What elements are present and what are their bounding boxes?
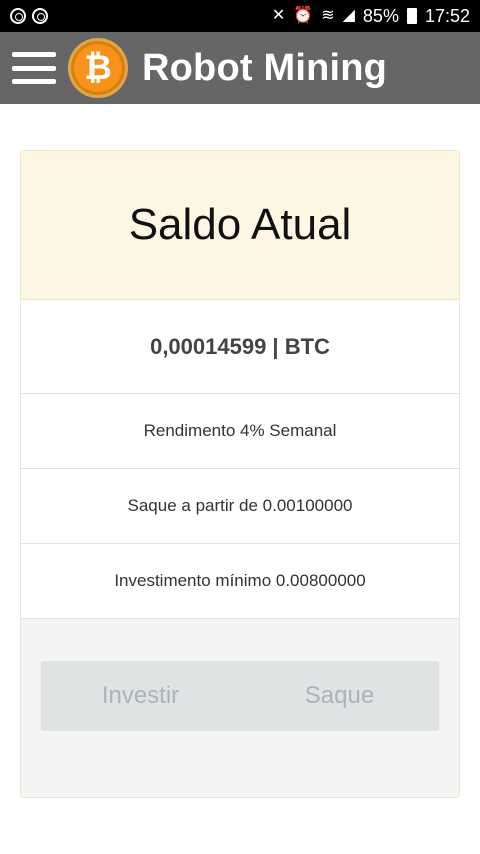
withdraw-button[interactable]: Saque: [240, 661, 439, 731]
yield-info: Rendimento 4% Semanal: [21, 394, 459, 469]
app-title: Robot Mining: [142, 46, 388, 89]
status-left-icons: [10, 8, 48, 24]
card-header: Saldo Atual: [21, 151, 459, 300]
hamburger-icon: [12, 65, 56, 71]
balance-value: 0,00014599 | BTC: [21, 300, 459, 394]
bitcoin-logo-icon: ₿: [68, 38, 128, 98]
alarm-icon: ⏰: [293, 7, 314, 24]
notification-icon: [10, 8, 26, 24]
invest-button[interactable]: Investir: [41, 661, 240, 731]
hamburger-icon: [12, 52, 56, 57]
card-title: Saldo Atual: [128, 200, 352, 249]
status-right: ✕ ⏰ ≋ ◢ 85% 17:52: [272, 6, 470, 27]
battery-percent: 85%: [362, 5, 399, 26]
notification-icon: [32, 8, 48, 24]
wifi-icon: ≋: [321, 7, 335, 24]
balance-card: Saldo Atual 0,00014599 | BTC Rendimento …: [20, 150, 460, 798]
investment-minimum-info: Investimento mínimo 0.00800000: [21, 544, 459, 619]
withdraw-minimum-info: Saque a partir de 0.00100000: [21, 469, 459, 544]
menu-button[interactable]: [12, 52, 56, 84]
mute-icon: ✕: [271, 7, 286, 24]
clock: 17:52: [424, 5, 470, 26]
app-header: ₿ Robot Mining: [0, 32, 480, 104]
action-bar: Investir Saque: [41, 661, 439, 731]
battery-icon: [406, 8, 417, 24]
signal-icon: ◢: [342, 7, 355, 24]
hamburger-icon: [12, 79, 56, 84]
status-bar: ✕ ⏰ ≋ ◢ 85% 17:52: [0, 0, 480, 32]
